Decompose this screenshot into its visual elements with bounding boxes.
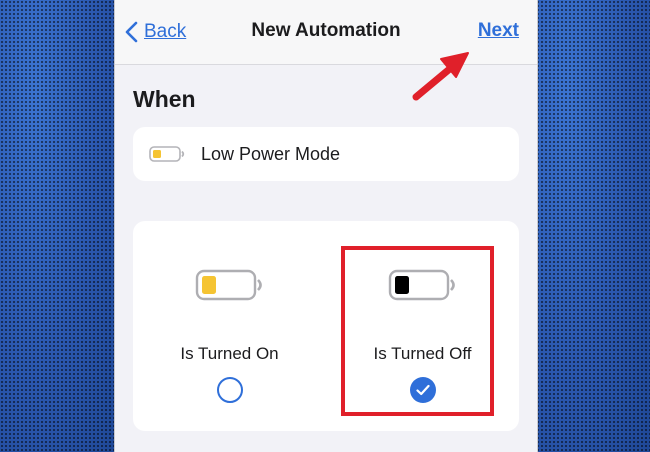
battery-black-icon — [388, 269, 455, 301]
options-card: Is Turned On Is Turned Off — [133, 221, 519, 431]
trigger-row[interactable]: Low Power Mode — [133, 127, 519, 181]
checkmark-icon — [415, 384, 430, 396]
background-right — [532, 0, 650, 452]
option-label-is-turned-off: Is Turned Off — [373, 344, 472, 363]
radio-unselected-icon[interactable] — [216, 377, 243, 403]
battery-yellow-icon — [195, 269, 262, 301]
option-is-turned-off[interactable]: Is Turned Off — [326, 221, 519, 431]
trigger-label: Low Power Mode — [201, 143, 341, 164]
background-left — [0, 0, 116, 452]
phone-screen: Back New Automation Next When Low Power … — [114, 0, 538, 452]
section-header-when: When — [133, 86, 196, 112]
radio-selected-checkmark-icon[interactable] — [409, 377, 436, 403]
page-title: New Automation — [251, 20, 401, 41]
annotation-arrow-icon — [412, 52, 469, 101]
option-label-is-turned-on: Is Turned On — [180, 344, 279, 363]
next-button[interactable]: Next — [478, 20, 519, 42]
battery-low-power-icon — [149, 146, 185, 162]
option-is-turned-on[interactable]: Is Turned On — [133, 221, 326, 431]
